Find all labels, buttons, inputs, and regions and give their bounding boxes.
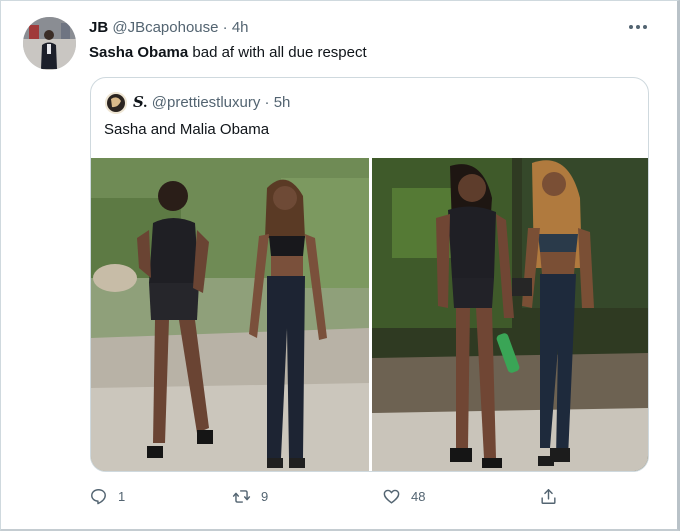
retweet-icon [232, 489, 251, 503]
photo-walking-trail-2 [372, 158, 648, 471]
tweet-text-rest: bad af with all due respect [188, 44, 367, 61]
tweet-card: JB @JBcapohouse · 4h Sasha Obama bad af … [0, 0, 680, 531]
retweet-button[interactable]: 9 [232, 484, 268, 508]
like-button[interactable]: 48 [382, 484, 425, 508]
timestamp[interactable]: 4h [232, 19, 249, 36]
reply-count: 1 [118, 488, 126, 504]
photo-walking-trail-1 [91, 158, 369, 471]
share-button[interactable] [539, 484, 558, 508]
quoted-separator-dot: · [264, 94, 270, 111]
tweet-header: JB @JBcapohouse · 4h [89, 19, 249, 37]
avatar[interactable] [23, 17, 76, 70]
retweet-count: 9 [261, 488, 269, 504]
tweet-text: Sasha Obama bad af with all due respect [89, 43, 367, 63]
reply-icon [91, 488, 106, 504]
photo-1[interactable] [91, 158, 369, 471]
more-dots-icon [629, 25, 647, 29]
more-options-button[interactable] [627, 19, 649, 35]
separator-dot: · [222, 19, 228, 36]
display-name[interactable]: JB [89, 19, 108, 36]
quoted-display-name[interactable]: 𝑺. [133, 95, 148, 111]
tweet-text-bold: Sasha Obama [89, 44, 189, 61]
quoted-text: Sasha and Malia Obama [104, 121, 270, 138]
quoted-avatar[interactable] [105, 92, 127, 114]
photo-2[interactable] [372, 158, 648, 471]
heart-icon [383, 489, 400, 504]
user-handle[interactable]: @JBcapohouse [112, 19, 218, 36]
quoted-header: 𝑺. @prettiestluxury · 5h [133, 94, 290, 112]
profile-photo [23, 17, 76, 70]
quoted-handle[interactable]: @prettiestluxury [152, 94, 261, 111]
media-grid [91, 158, 648, 471]
quoted-profile-photo [105, 92, 127, 114]
reply-button[interactable]: 1 [89, 484, 125, 508]
like-count: 48 [411, 488, 426, 504]
quoted-tweet[interactable]: 𝑺. @prettiestluxury · 5h Sasha and Malia… [90, 77, 649, 472]
quoted-timestamp[interactable]: 5h [274, 94, 291, 111]
action-bar: 1 9 48 [89, 484, 569, 508]
share-icon [541, 488, 556, 504]
